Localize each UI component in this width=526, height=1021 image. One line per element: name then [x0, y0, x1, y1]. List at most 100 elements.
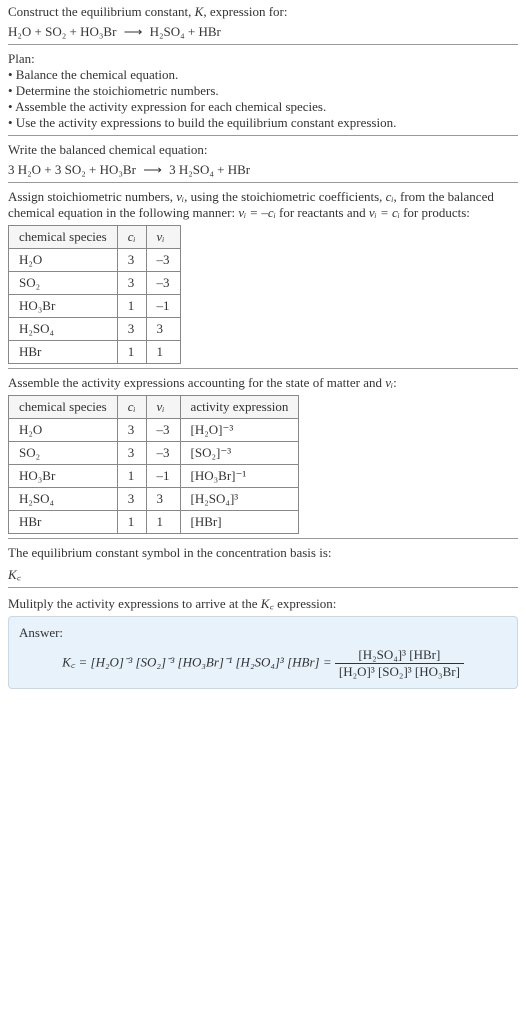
ci-symbol: cᵢ	[386, 189, 394, 204]
cell-species: HO₃Br	[9, 295, 118, 318]
cell-ci: 3	[117, 488, 146, 511]
cell-ci: 3	[117, 318, 146, 341]
plan-bullet-1: • Balance the chemical equation.	[8, 67, 518, 83]
kc-inline: K꜀	[261, 596, 274, 611]
cell-act: [HBr]	[180, 511, 299, 534]
cell-act: [H₂SO₄]³	[180, 488, 299, 511]
cell-nu: –1	[146, 465, 180, 488]
stoich-e: for products:	[400, 205, 470, 220]
fraction-numerator: [H₂SO₄]³ [HBr]	[335, 647, 464, 664]
fraction-denominator: [H₂O]³ [SO₂]³ [HO₃Br]	[335, 664, 464, 680]
divider	[8, 587, 518, 588]
plan-title: Plan:	[8, 51, 518, 67]
cell-species: HBr	[9, 341, 118, 364]
plan-bullet-3: • Assemble the activity expression for e…	[8, 99, 518, 115]
cell-species: H₂SO₄	[9, 488, 118, 511]
cell-nu: –1	[146, 295, 180, 318]
unbalanced-equation: H₂O + SO₂ + HO₃Br ⟶ H₂SO₄ + HBr	[8, 24, 518, 40]
cell-ci: 3	[117, 272, 146, 295]
col-ci: cᵢ	[117, 226, 146, 249]
cell-ci: 1	[117, 341, 146, 364]
cell-species: H₂O	[9, 419, 118, 442]
prompt-text-b: , expression for:	[203, 4, 287, 19]
cell-act: [H₂O]⁻³	[180, 419, 299, 442]
col-species: chemical species	[9, 396, 118, 419]
arrow-icon: ⟶	[124, 24, 143, 40]
table-row: SO₂3–3	[9, 272, 181, 295]
divider	[8, 44, 518, 45]
cell-nu: 3	[146, 318, 180, 341]
prompt-header: Construct the equilibrium constant, K, e…	[8, 4, 518, 20]
cell-nu: –3	[146, 272, 180, 295]
table-header-row: chemical species cᵢ νᵢ	[9, 226, 181, 249]
balanced-rhs: 3 H₂SO₄ + HBr	[169, 162, 250, 177]
prompt-text-a: Construct the equilibrium constant,	[8, 4, 195, 19]
cell-species: SO₂	[9, 442, 118, 465]
cell-nu: 3	[146, 488, 180, 511]
col-species: chemical species	[9, 226, 118, 249]
stoich-a: Assign stoichiometric numbers,	[8, 189, 176, 204]
cell-species: HBr	[9, 511, 118, 534]
cell-species: SO₂	[9, 272, 118, 295]
cell-species: H₂SO₄	[9, 318, 118, 341]
nu-symbol: νᵢ	[176, 189, 184, 204]
balanced-equation: 3 H₂O + 3 SO₂ + HO₃Br ⟶ 3 H₂SO₄ + HBr	[8, 162, 518, 178]
cell-act: [SO₂]⁻³	[180, 442, 299, 465]
cell-species: H₂O	[9, 249, 118, 272]
table-row: H₂SO₄33	[9, 318, 181, 341]
plan-block: Plan: • Balance the chemical equation. •…	[8, 51, 518, 131]
divider	[8, 368, 518, 369]
table-row: H₂O3–3	[9, 249, 181, 272]
mult-b: expression:	[274, 596, 336, 611]
cell-ci: 1	[117, 465, 146, 488]
col-nu: νᵢ	[146, 396, 180, 419]
divider	[8, 538, 518, 539]
divider	[8, 135, 518, 136]
cell-ci: 3	[117, 249, 146, 272]
act-b: :	[393, 375, 397, 390]
cell-nu: –3	[146, 442, 180, 465]
activity-intro: Assemble the activity expressions accoun…	[8, 375, 518, 391]
eq-rhs: H₂SO₄ + HBr	[150, 24, 221, 39]
table-row: H₂O3–3[H₂O]⁻³	[9, 419, 299, 442]
kc-symbol: K꜀	[8, 565, 518, 583]
cell-nu: 1	[146, 511, 180, 534]
table-header-row: chemical species cᵢ νᵢ activity expressi…	[9, 396, 299, 419]
table-row: H₂SO₄33[H₂SO₄]³	[9, 488, 299, 511]
cell-nu: 1	[146, 341, 180, 364]
eq-lhs: H₂O + SO₂ + HO₃Br	[8, 24, 116, 39]
cell-ci: 1	[117, 511, 146, 534]
answer-fraction: [H₂SO₄]³ [HBr] [H₂O]³ [SO₂]³ [HO₃Br]	[335, 647, 464, 680]
table-row: HO₃Br1–1[HO₃Br]⁻¹	[9, 465, 299, 488]
plan-bullet-2: • Determine the stoichiometric numbers.	[8, 83, 518, 99]
balanced-title: Write the balanced chemical equation:	[8, 142, 518, 158]
divider	[8, 182, 518, 183]
balanced-lhs: 3 H₂O + 3 SO₂ + HO₃Br	[8, 162, 136, 177]
cell-ci: 1	[117, 295, 146, 318]
rel1: νᵢ = –cᵢ	[238, 205, 275, 220]
plan-bullet-4: • Use the activity expressions to build …	[8, 115, 518, 131]
cell-ci: 3	[117, 442, 146, 465]
col-nu: νᵢ	[146, 226, 180, 249]
mult-line: Mulitply the activity expressions to arr…	[8, 594, 518, 612]
stoich-d: for reactants and	[276, 205, 369, 220]
col-act: activity expression	[180, 396, 299, 419]
nu-symbol: νᵢ	[385, 375, 393, 390]
cell-ci: 3	[117, 419, 146, 442]
cell-species: HO₃Br	[9, 465, 118, 488]
answer-label: Answer:	[19, 625, 507, 641]
rel2: νᵢ = cᵢ	[369, 205, 400, 220]
stoich-intro: Assign stoichiometric numbers, νᵢ, using…	[8, 189, 518, 221]
answer-lhs: K꜀ = [H₂O]⁻³ [SO₂]⁻³ [HO₃Br]⁻¹ [H₂SO₄]³ …	[62, 654, 335, 669]
table-row: HO₃Br1–1	[9, 295, 181, 318]
activity-table: chemical species cᵢ νᵢ activity expressi…	[8, 395, 299, 534]
answer-box: Answer: K꜀ = [H₂O]⁻³ [SO₂]⁻³ [HO₃Br]⁻¹ […	[8, 616, 518, 689]
table-row: SO₂3–3[SO₂]⁻³	[9, 442, 299, 465]
act-a: Assemble the activity expressions accoun…	[8, 375, 385, 390]
cell-nu: –3	[146, 249, 180, 272]
cell-nu: –3	[146, 419, 180, 442]
col-ci: cᵢ	[117, 396, 146, 419]
table-row: HBr11[HBr]	[9, 511, 299, 534]
kc-def-line: The equilibrium constant symbol in the c…	[8, 545, 518, 561]
arrow-icon: ⟶	[143, 162, 162, 178]
